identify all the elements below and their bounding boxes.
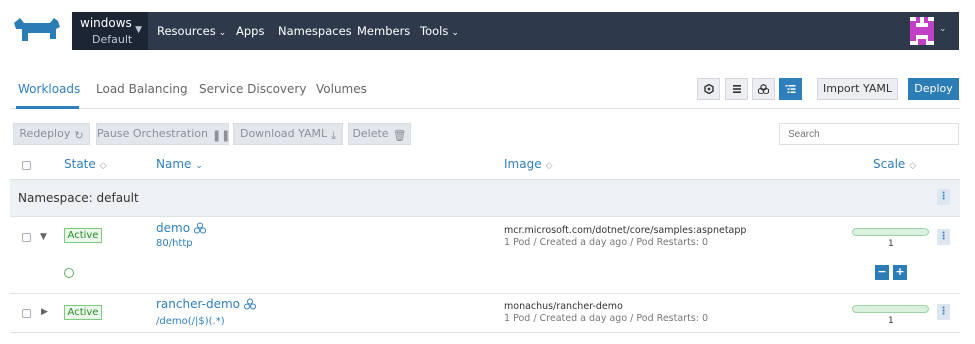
nav-namespaces[interactable]: Namespaces xyxy=(278,12,352,50)
row-checkbox[interactable] xyxy=(22,309,31,318)
pause-icon: ❚❚ xyxy=(211,129,231,142)
deploy-button[interactable]: Deploy xyxy=(908,78,959,100)
pause-orchestration-label: Pause Orchestration xyxy=(97,127,208,140)
top-bar: windows Default ▼ Resources ⌄ Apps Namesp… xyxy=(0,0,975,62)
expand-caret-icon[interactable]: ▶ xyxy=(41,307,48,317)
image-value: mcr.microsoft.com/dotnet/core/samples:as… xyxy=(504,225,747,236)
trash-icon: 🗑 xyxy=(392,129,407,142)
group-icon xyxy=(758,84,769,94)
pause-orchestration-button[interactable]: Pause Orchestration ❚❚ xyxy=(96,123,231,145)
nav-resources-label: Resources xyxy=(157,24,216,38)
scale-progress-bar xyxy=(852,228,929,236)
column-header-image[interactable]: Image ◇ xyxy=(504,157,553,171)
nav-tools[interactable]: Tools ⌄ xyxy=(420,12,459,50)
download-icon: ⤓ xyxy=(331,129,337,142)
column-header-name[interactable]: Name ⌄ xyxy=(156,157,203,171)
image-header-label: Image xyxy=(504,157,542,171)
workload-name-link[interactable]: rancher-demo xyxy=(156,297,257,311)
chevron-down-icon: ⌄ xyxy=(451,28,459,38)
row-actions-kebab-icon[interactable]: ⋮ xyxy=(937,229,950,245)
project-name: Default xyxy=(92,33,133,46)
nav-members[interactable]: Members xyxy=(357,12,410,50)
download-yaml-label: Download YAML xyxy=(239,127,328,140)
user-avatar-icon[interactable] xyxy=(910,17,934,45)
chevron-down-icon: ▼ xyxy=(135,25,142,35)
active-tab-indicator xyxy=(16,106,79,109)
select-all-checkbox[interactable] xyxy=(22,161,31,170)
view-tree-button[interactable] xyxy=(779,78,802,100)
import-yaml-button[interactable]: Import YAML xyxy=(817,78,898,100)
cluster-project-switcher[interactable]: windows Default ▼ xyxy=(72,12,148,50)
node-icon xyxy=(703,84,714,94)
endpoint-link[interactable]: 80/http xyxy=(156,238,193,249)
nav-resources[interactable]: Resources ⌄ xyxy=(157,12,226,50)
workload-details: 1 Pod / Created a day ago / Pod Restarts… xyxy=(504,237,709,248)
namespace-label: Namespace: default xyxy=(18,191,139,205)
workload-type-icon xyxy=(194,222,207,234)
redeploy-label: Redeploy xyxy=(19,127,71,140)
scale-header-label: Scale xyxy=(873,157,906,171)
view-group-button[interactable] xyxy=(752,78,775,100)
nav-apps-label: Apps xyxy=(236,24,265,38)
nav-apps[interactable]: Apps xyxy=(236,12,264,50)
delete-button[interactable]: Delete 🗑 xyxy=(348,123,411,145)
list-icon xyxy=(732,85,741,93)
tab-divider xyxy=(10,108,960,109)
chevron-down-icon: ⌄ xyxy=(218,28,227,38)
namespace-group-row: Namespace: default xyxy=(10,179,960,217)
view-list-button[interactable] xyxy=(725,78,748,100)
state-header-label: State xyxy=(64,157,96,171)
namespace-actions-kebab-icon[interactable]: ⋮ xyxy=(937,189,950,205)
status-badge: Active xyxy=(64,305,102,320)
nav-tools-label: Tools xyxy=(420,24,449,38)
tab-volumes[interactable]: Volumes xyxy=(316,82,367,96)
scale-value: 1 xyxy=(888,239,894,249)
workload-name: rancher-demo xyxy=(156,297,241,311)
tree-icon xyxy=(785,85,796,93)
workload-details: 1 Pod / Created a day ago / Pod Restarts… xyxy=(504,313,709,324)
scale-up-button[interactable]: + xyxy=(893,265,907,280)
tab-workloads[interactable]: Workloads xyxy=(18,82,80,96)
scale-progress-bar xyxy=(852,305,929,313)
redeploy-button[interactable]: Redeploy ↻ xyxy=(13,123,90,145)
chevron-down-icon[interactable]: ⌄ xyxy=(939,24,947,34)
image-value: monachus/rancher-demo xyxy=(504,301,623,312)
workload-name: demo xyxy=(156,221,191,235)
scale-value: 1 xyxy=(888,316,894,326)
collapse-caret-icon[interactable]: ▼ xyxy=(40,232,47,242)
view-node-button[interactable] xyxy=(697,78,720,100)
sort-descending-icon: ⌄ xyxy=(195,161,203,171)
workload-type-icon xyxy=(244,298,257,310)
nav-members-label: Members xyxy=(357,24,411,38)
status-badge: Active xyxy=(64,228,102,243)
sort-icon: ◇ xyxy=(99,161,107,171)
rancher-logo-icon[interactable] xyxy=(10,15,64,47)
pod-status-circle-icon[interactable] xyxy=(64,268,74,278)
row-divider xyxy=(10,293,960,294)
column-header-state[interactable]: State ◇ xyxy=(64,157,107,171)
delete-label: Delete xyxy=(352,127,389,140)
row-checkbox[interactable] xyxy=(22,233,31,242)
workload-name-link[interactable]: demo xyxy=(156,221,207,235)
column-header-scale[interactable]: Scale ◇ xyxy=(873,157,916,171)
scale-down-button[interactable]: − xyxy=(875,265,889,280)
tab-service-discovery[interactable]: Service Discovery xyxy=(199,82,306,96)
nav-namespaces-label: Namespaces xyxy=(278,24,352,38)
endpoint-link[interactable]: /demo(/|$)(.*) xyxy=(156,316,225,327)
row-divider xyxy=(10,332,960,333)
search-input[interactable] xyxy=(779,123,959,145)
name-header-label: Name xyxy=(156,157,192,171)
row-actions-kebab-icon[interactable]: ⋮ xyxy=(937,304,950,320)
download-yaml-button[interactable]: Download YAML ⤓ xyxy=(233,123,343,145)
redeploy-icon: ↻ xyxy=(74,129,84,142)
tab-load-balancing[interactable]: Load Balancing xyxy=(96,82,188,96)
sort-icon: ◇ xyxy=(909,161,917,171)
sort-icon: ◇ xyxy=(545,161,553,171)
cluster-name: windows xyxy=(80,16,132,30)
